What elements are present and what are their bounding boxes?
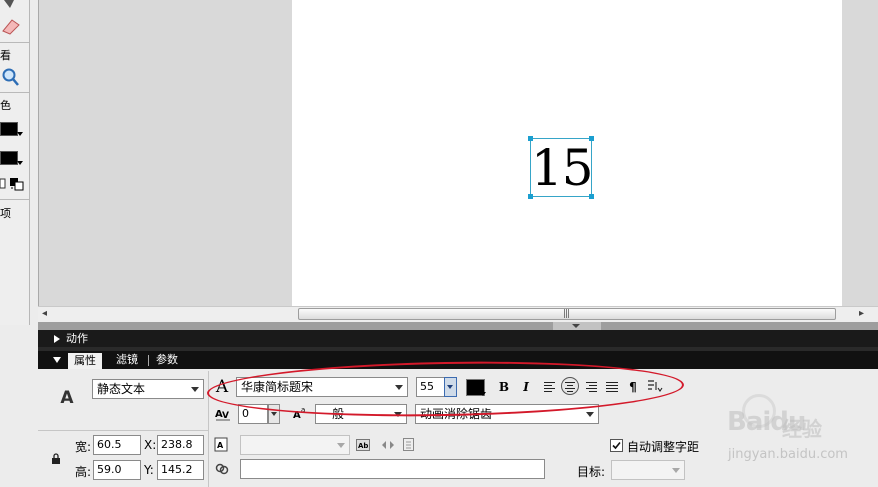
show-border-icon[interactable] bbox=[403, 438, 415, 451]
toolbox-divider bbox=[0, 42, 29, 43]
scroll-right-arrow-icon[interactable]: ▸ bbox=[859, 308, 864, 319]
render-html-icon[interactable] bbox=[381, 439, 395, 451]
chevron-down-icon bbox=[191, 387, 199, 392]
selection-handle[interactable] bbox=[589, 194, 594, 199]
y-position-field[interactable]: 145.2 bbox=[157, 460, 204, 480]
black-white-icon[interactable] bbox=[0, 178, 6, 190]
eraser-tool-icon[interactable] bbox=[0, 15, 22, 35]
width-field[interactable]: 60.5 bbox=[93, 435, 141, 455]
height-field[interactable]: 59.0 bbox=[93, 460, 141, 480]
selection-handle[interactable] bbox=[528, 136, 533, 141]
tab-separator bbox=[148, 355, 149, 366]
text-type-select[interactable]: 静态文本 bbox=[92, 379, 204, 399]
chevron-down-icon bbox=[586, 412, 594, 417]
letter-spacing-icon: AV bbox=[214, 406, 234, 422]
svg-text:A: A bbox=[217, 441, 224, 450]
svg-text:Ab: Ab bbox=[358, 442, 368, 450]
collapsed-arrow-icon bbox=[54, 335, 60, 343]
fill-color-swatch[interactable] bbox=[0, 151, 23, 165]
subselection-tool-icon[interactable] bbox=[0, 0, 20, 12]
collapse-panels-tab[interactable] bbox=[553, 322, 601, 330]
zoom-tool-icon[interactable] bbox=[0, 66, 22, 88]
tab-properties[interactable]: 属性 bbox=[68, 353, 102, 369]
lock-icon[interactable] bbox=[51, 453, 61, 465]
panel-splitter[interactable] bbox=[38, 322, 878, 330]
stage-text: 15 bbox=[531, 139, 594, 197]
target-select bbox=[611, 460, 685, 480]
url-link-field[interactable] bbox=[240, 459, 545, 479]
scrollbar-grip-icon: ||| bbox=[563, 309, 570, 319]
text-type-value: 静态文本 bbox=[97, 382, 146, 396]
tab-parameters[interactable]: 参数 bbox=[156, 351, 178, 369]
height-label: 高: bbox=[75, 465, 92, 479]
width-label: 宽: bbox=[75, 440, 92, 454]
selectable-text-icon[interactable]: Ab bbox=[356, 439, 370, 451]
swap-colors-icon[interactable] bbox=[9, 177, 25, 191]
text-tool-icon: A bbox=[60, 388, 74, 408]
auto-kern-label: 自动调整字距 bbox=[627, 440, 700, 454]
toolbox-divider bbox=[0, 199, 29, 200]
selected-text-field[interactable]: 15 bbox=[528, 136, 594, 199]
auto-kern-checkbox[interactable] bbox=[610, 439, 623, 452]
line-type-select bbox=[240, 435, 350, 455]
scroll-left-arrow-icon[interactable]: ◂ bbox=[42, 308, 47, 319]
actions-panel-title: 动作 bbox=[66, 332, 88, 345]
stroke-color-swatch[interactable] bbox=[0, 122, 23, 136]
tools-panel: 看 色 项 bbox=[0, 0, 30, 325]
panel-divider bbox=[38, 430, 208, 431]
target-label: 目标: bbox=[577, 465, 606, 479]
selection-handle[interactable] bbox=[528, 194, 533, 199]
expanded-arrow-icon bbox=[53, 357, 61, 363]
line-type-icon: A bbox=[214, 437, 230, 453]
options-section-label: 项 bbox=[0, 207, 11, 220]
actions-panel-header[interactable]: 动作 bbox=[38, 330, 878, 347]
toolbox-divider bbox=[0, 92, 29, 93]
chevron-down-icon bbox=[337, 443, 345, 448]
watermark-url: jingyan.baidu.com bbox=[728, 447, 848, 462]
selection-handle[interactable] bbox=[589, 136, 594, 141]
url-link-icon bbox=[214, 461, 230, 477]
watermark-brand-suffix: 经验 bbox=[782, 417, 822, 441]
colors-section-label: 色 bbox=[0, 99, 11, 112]
x-label: X: bbox=[144, 438, 157, 452]
view-section-label: 看 bbox=[0, 49, 11, 62]
x-position-field[interactable]: 238.8 bbox=[157, 435, 204, 455]
letter-spacing-value: 0 bbox=[242, 407, 249, 420]
y-label: Y: bbox=[144, 463, 154, 477]
chevron-down-icon bbox=[672, 468, 680, 473]
tab-filters[interactable]: 滤镜 bbox=[116, 351, 138, 369]
